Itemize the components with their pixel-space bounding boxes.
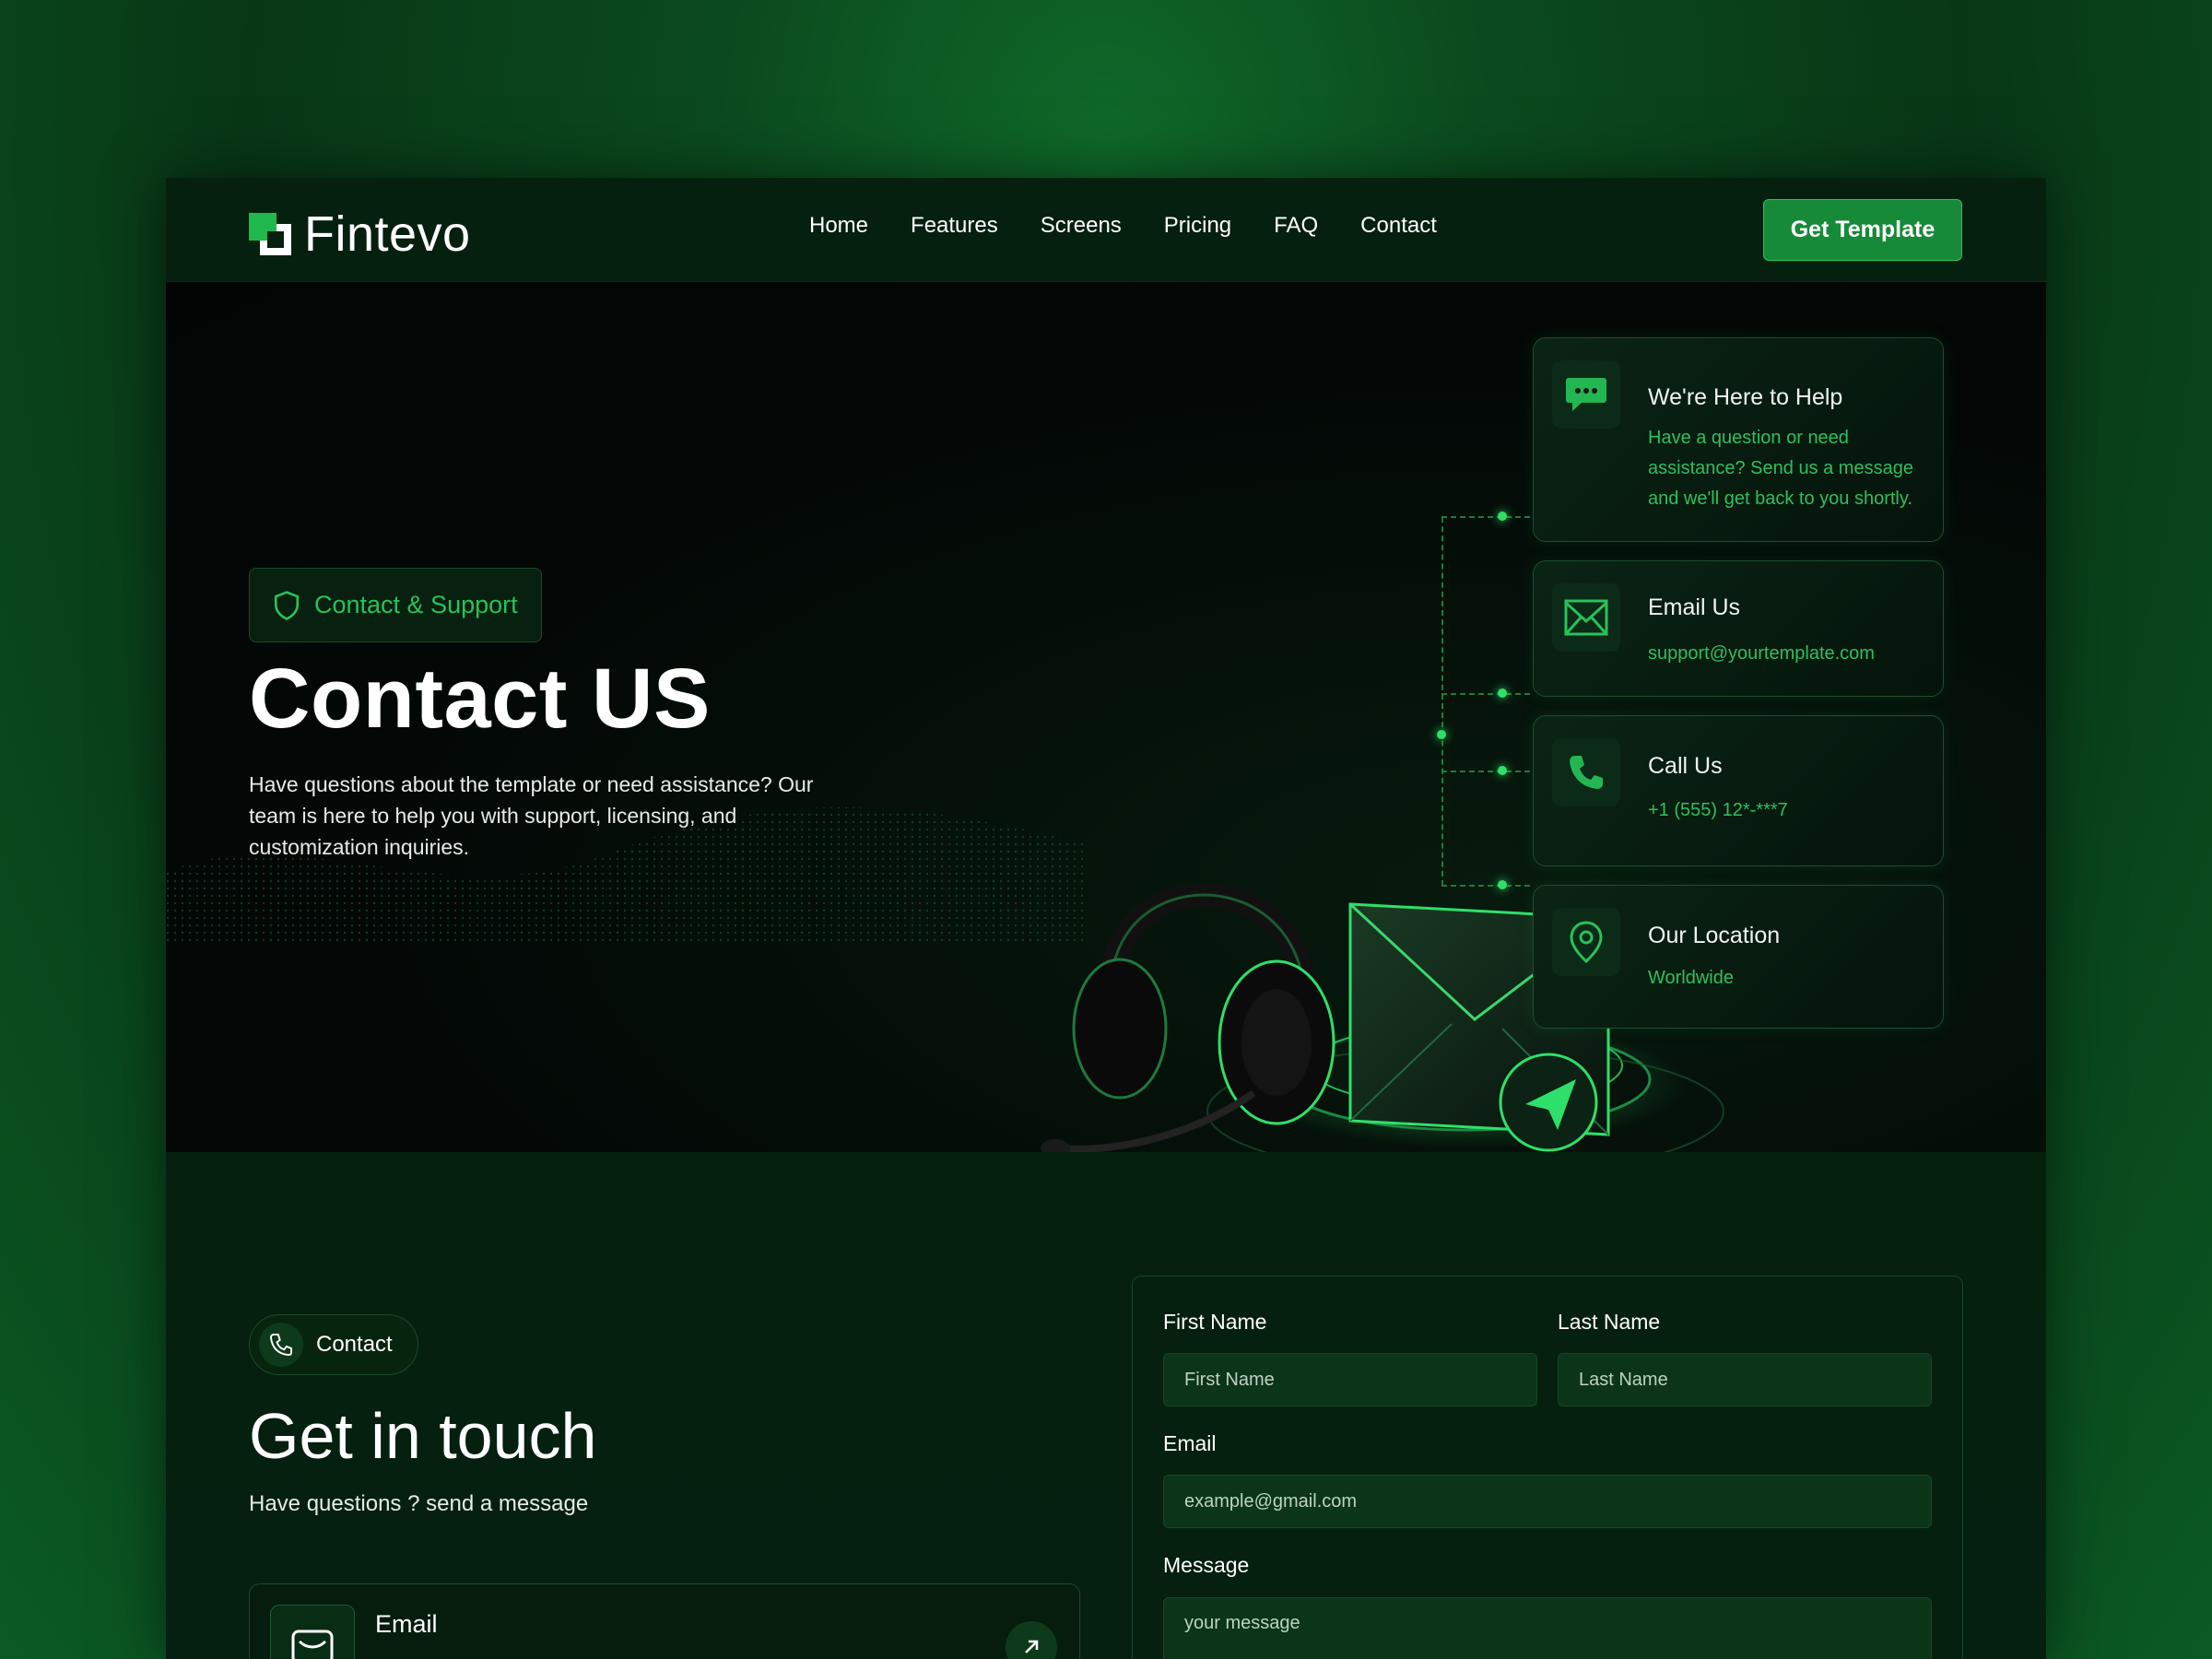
- call-us-card[interactable]: Call Us +1 (555) 12*-***7: [1533, 715, 1944, 866]
- email-us-title: Email Us: [1648, 594, 1741, 620]
- connector-line: [1441, 693, 1530, 695]
- last-name-input[interactable]: Last Name: [1558, 1353, 1932, 1406]
- nav-link-screens[interactable]: Screens: [1041, 213, 1122, 239]
- call-us-number: +1 (555) 12*-***7: [1648, 800, 1788, 820]
- get-template-button[interactable]: Get Template: [1763, 199, 1962, 261]
- hero-title: Contact US: [249, 652, 711, 746]
- nav-link-pricing[interactable]: Pricing: [1164, 213, 1231, 239]
- email-us-address: support@yourtemplate.com: [1648, 643, 1875, 664]
- contact-pill-label: Contact: [316, 1332, 393, 1357]
- connector-dot: [1498, 688, 1507, 698]
- mail-icon: [270, 1605, 355, 1659]
- message-textarea[interactable]: your message: [1163, 1597, 1932, 1659]
- badge-label: Contact & Support: [314, 591, 518, 618]
- brand-name: Fintevo: [304, 206, 471, 262]
- nav-link-home[interactable]: Home: [809, 213, 868, 239]
- hero-section: Contact & Support Contact US Have questi…: [166, 282, 2046, 1152]
- connector-dot: [1498, 766, 1507, 775]
- help-card-text: Have a question or need assistance? Send…: [1648, 428, 1913, 509]
- nav-link-features[interactable]: Features: [911, 213, 998, 239]
- email-us-card[interactable]: Email Us support@yourtemplate.com: [1533, 560, 1944, 697]
- message-label: Message: [1163, 1553, 1250, 1577]
- connector-line: [1441, 771, 1530, 772]
- connector-dot: [1437, 730, 1446, 739]
- location-title: Our Location: [1648, 923, 1781, 948]
- location-text: Worldwide: [1648, 968, 1734, 988]
- connector-dot: [1498, 880, 1507, 889]
- phone-icon: [1552, 738, 1620, 806]
- get-in-touch-title: Get in touch: [249, 1400, 597, 1472]
- nav-link-faq[interactable]: FAQ: [1274, 213, 1318, 239]
- hero-description: Have questions about the template or nee…: [249, 772, 814, 859]
- mail-icon: [1552, 583, 1620, 652]
- phone-icon: [259, 1323, 303, 1367]
- nav-link-contact[interactable]: Contact: [1360, 213, 1437, 239]
- brand-logo[interactable]: Fintevo: [249, 206, 471, 263]
- connector-dot: [1498, 512, 1507, 521]
- contact-pill: Contact: [249, 1314, 418, 1375]
- help-card: We're Here to Help Have a question or ne…: [1533, 337, 1944, 542]
- get-in-touch-subtitle: Have questions ? send a message: [249, 1491, 589, 1516]
- first-name-input[interactable]: First Name: [1163, 1353, 1537, 1406]
- help-card-title: We're Here to Help: [1648, 384, 1843, 410]
- location-card: Our Location Worldwide: [1533, 885, 1944, 1029]
- connector-line: [1441, 516, 1530, 518]
- top-navbar: Fintevo Home Features Screens Pricing FA…: [166, 178, 2046, 282]
- main-menu: Home Features Screens Pricing FAQ Contac…: [809, 213, 1437, 239]
- contact-support-badge: Contact & Support: [249, 568, 542, 642]
- connector-line: [1441, 517, 1443, 886]
- location-icon: [1552, 908, 1620, 976]
- email-card-label: Email: [375, 1610, 438, 1638]
- email-input[interactable]: example@gmail.com: [1163, 1475, 1932, 1528]
- first-name-label: First Name: [1163, 1310, 1267, 1334]
- logo-icon: [249, 213, 291, 255]
- chat-icon: [1552, 360, 1620, 429]
- get-in-touch-section: Contact Get in touch Have questions ? se…: [166, 1152, 2046, 1659]
- call-us-title: Call Us: [1648, 753, 1723, 779]
- connector-line: [1441, 885, 1530, 887]
- email-contact-card[interactable]: Email: [249, 1583, 1080, 1659]
- page-frame: Fintevo Home Features Screens Pricing FA…: [166, 178, 2046, 1659]
- last-name-label: Last Name: [1558, 1310, 1661, 1334]
- contact-form: First Name Last Name First Name Last Nam…: [1132, 1276, 1963, 1659]
- arrow-up-right-icon[interactable]: [1006, 1621, 1057, 1659]
- email-label: Email: [1163, 1431, 1217, 1455]
- shield-icon: [274, 590, 300, 620]
